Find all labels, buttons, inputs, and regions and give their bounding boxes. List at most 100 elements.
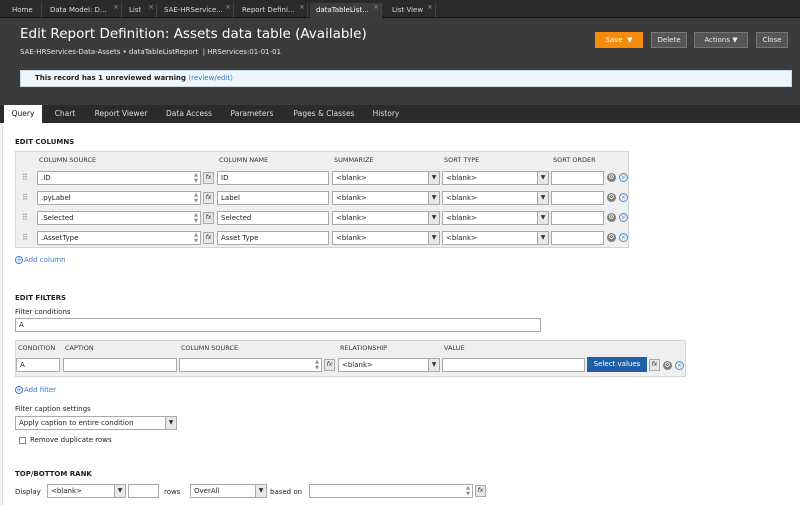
caption-input[interactable] [63,358,177,372]
expression-builder-icon[interactable]: fx [649,359,660,371]
spinner-icon: ▲ ▼ [194,232,198,244]
column-name-input[interactable]: Label [217,191,329,205]
summarize-select[interactable]: <blank> ▼ [332,211,440,225]
close-icon[interactable]: × [113,3,119,15]
delete-row-icon[interactable]: × [619,193,628,202]
column-name-input[interactable]: Asset Type [217,231,329,245]
delete-row-icon[interactable]: × [675,361,684,370]
sort-order-input[interactable] [551,231,604,245]
gear-icon[interactable]: ⚙ [607,173,616,182]
column-name-input[interactable]: ID [217,171,329,185]
sort-type-select[interactable]: <blank> ▼ [442,171,549,185]
tab-report-definition[interactable]: Report Defini... × [236,3,308,18]
filter-caption-settings-select[interactable]: Apply caption to entire condition ▼ [15,416,177,430]
add-column-link[interactable]: + Add column [15,256,66,264]
summarize-select[interactable]: <blank> ▼ [332,171,440,185]
rank-mode-select[interactable]: OverAll ▼ [190,484,267,498]
expression-builder-icon[interactable]: fx [203,232,214,244]
drag-handle-icon[interactable]: ⠿ [22,213,28,222]
expression-builder-icon[interactable]: fx [203,172,214,184]
column-source-input[interactable]: .Selected ▲ ▼ [37,211,201,225]
remove-duplicates-label: Remove duplicate rows [30,436,112,444]
close-icon[interactable]: × [427,3,433,15]
sort-type-select[interactable]: <blank> ▼ [442,231,549,245]
sort-order-input[interactable] [551,191,604,205]
close-icon[interactable]: × [148,3,154,15]
close-icon[interactable]: × [225,3,231,15]
relationship-select[interactable]: <blank> ▼ [338,358,440,372]
tab-data-access[interactable]: Data Access [158,105,220,123]
gear-icon[interactable]: ⚙ [607,193,616,202]
expression-builder-icon[interactable]: fx [203,192,214,204]
sort-type-select[interactable]: <blank> ▼ [442,211,549,225]
sort-order-input[interactable] [551,171,604,185]
expression-builder-icon[interactable]: fx [475,485,486,497]
summarize-value: <blank> [336,194,367,202]
filter-conditions-input[interactable]: A [15,318,541,332]
tab-query[interactable]: Query [4,105,42,123]
expression-builder-icon[interactable]: fx [203,212,214,224]
rows-count-input[interactable] [128,484,159,498]
spinner-icon: ▲ ▼ [315,359,319,371]
tab-chart[interactable]: Chart [46,105,84,123]
delete-row-icon[interactable]: × [619,213,628,222]
add-icon: + [15,256,23,264]
tab-label: List [129,6,142,14]
review-edit-link[interactable]: (review/edit) [188,74,232,82]
add-filter-link[interactable]: + Add filter [15,386,56,394]
expression-builder-icon[interactable]: fx [324,359,335,371]
delete-row-icon[interactable]: × [619,173,628,182]
actions-button[interactable]: Actions ▼ [694,32,748,48]
display-label: Display [15,488,41,496]
tab-parameters[interactable]: Parameters [224,105,280,123]
chevron-down-icon[interactable]: ▼ [627,36,632,44]
value-header: VALUE [444,344,465,352]
filter-value-input[interactable] [442,358,585,372]
drag-handle-icon[interactable]: ⠿ [22,233,28,242]
based-on-label: based on [270,488,303,496]
tab-datatablelist[interactable]: dataTableList... × [310,3,382,18]
sort-order-input[interactable] [551,211,604,225]
drag-handle-icon[interactable]: ⠿ [22,173,28,182]
record-header: Edit Report Definition: Assets data tabl… [0,18,800,105]
tab-sae-hrservices[interactable]: SAE-HRService... × [158,3,234,18]
tab-home[interactable]: Home [6,3,42,18]
condition-input[interactable]: A [16,358,60,372]
gear-icon[interactable]: ⚙ [607,233,616,242]
column-source-input[interactable]: .ID ▲ ▼ [37,171,201,185]
tab-data-model[interactable]: Data Model: D... × [44,3,122,18]
delete-button[interactable]: Delete [651,32,687,48]
tab-list-view[interactable]: List View × [386,3,436,18]
remove-duplicates-checkbox[interactable] [19,437,26,444]
select-values-button[interactable]: Select values [587,357,647,372]
relationship-value: <blank> [342,361,373,369]
page-title: Edit Report Definition: Assets data tabl… [20,26,367,42]
drag-handle-icon[interactable]: ⠿ [22,193,28,202]
rule-tab-bar: Query Chart Report Viewer Data Access Pa… [0,105,800,123]
summarize-select[interactable]: <blank> ▼ [332,191,440,205]
sort-type-select[interactable]: <blank> ▼ [442,191,549,205]
tab-history[interactable]: History [366,105,406,123]
tab-pages-classes[interactable]: Pages & Classes [286,105,362,123]
sort-type-header: SORT TYPE [444,156,480,164]
gear-icon[interactable]: ⚙ [607,213,616,222]
column-name-input[interactable]: Selected [217,211,329,225]
dropdown-arrow-icon: ▼ [537,232,548,244]
dropdown-arrow-icon: ▼ [114,485,125,497]
display-select[interactable]: <blank> ▼ [47,484,126,498]
summarize-header: SUMMARIZE [334,156,374,164]
summarize-select[interactable]: <blank> ▼ [332,231,440,245]
column-source-input[interactable]: .AssetType ▲ ▼ [37,231,201,245]
filter-column-source-input[interactable]: ▲ ▼ [179,358,322,372]
based-on-input[interactable]: ▲ ▼ [309,484,473,498]
delete-row-icon[interactable]: × [619,233,628,242]
column-source-input[interactable]: .pyLabel ▲ ▼ [37,191,201,205]
save-button[interactable]: Save ▼ [595,32,643,48]
chevron-down-icon: ▼ [732,36,738,44]
gear-icon[interactable]: ⚙ [663,361,672,370]
close-icon[interactable]: × [299,3,305,15]
close-icon[interactable]: × [373,3,379,15]
tab-report-viewer[interactable]: Report Viewer [88,105,154,123]
tab-list[interactable]: List × [123,3,157,18]
close-button[interactable]: Close [756,32,788,48]
